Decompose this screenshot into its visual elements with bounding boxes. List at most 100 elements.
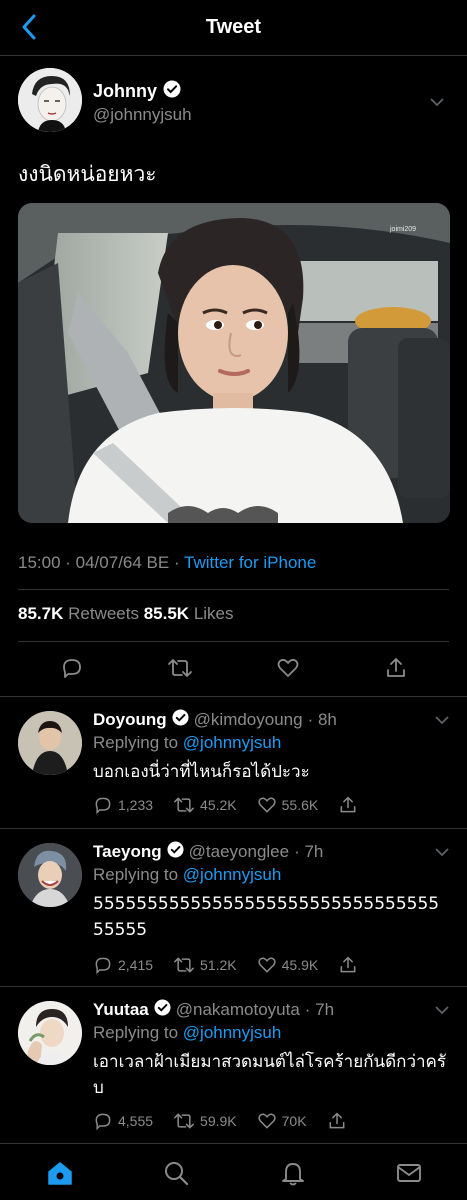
reply-age: · 8h [307,710,337,729]
retweet-icon[interactable] [166,654,194,682]
reply-text: บอกเองนี่ว่าที่ไหนก็รอได้ปะวะ [93,762,310,782]
reply-count: 2,415 [118,957,154,973]
reply-author-name[interactable]: Doyoung [93,710,167,730]
like-button[interactable]: 70K [257,1111,307,1131]
bottom-tab-bar [0,1143,467,1200]
replying-to: Replying to @johnnyjsuh [93,733,281,753]
share-icon[interactable] [338,955,358,975]
reply-count: 1,233 [118,797,154,813]
divider [18,641,449,642]
chevron-down-icon[interactable] [430,95,444,109]
reply-actions: 4,555 59.9K 70K [93,1111,367,1131]
replying-to: Replying to @johnnyjsuh [93,1023,281,1043]
reply-count: 4,555 [118,1113,154,1129]
like-icon[interactable] [274,654,302,682]
reply-button[interactable]: 1,233 [93,795,153,815]
replying-label: Replying to [93,1023,183,1042]
avatar[interactable] [18,1001,82,1065]
likes-label[interactable]: Likes [194,604,234,623]
tweet-time: 15:00 · 04/07/64 BE · [18,553,185,572]
reply-header: Taeyong @taeyonglee · 7h [93,841,323,863]
divider [18,589,449,590]
reply-icon[interactable] [58,654,86,682]
page-title: Tweet [205,16,262,38]
messages-icon[interactable] [394,1158,424,1188]
reply-handle[interactable]: @kimdoyoung [194,710,303,730]
verified-badge-icon [172,709,189,731]
replying-to: Replying to @johnnyjsuh [93,865,281,885]
like-count: 45.9K [281,957,319,973]
like-icon [257,797,276,813]
verified-badge-icon [154,999,171,1021]
reply-button[interactable]: 4,555 [93,1111,153,1131]
reply-header: Yuutaa @nakamotoyuta · 7h [93,999,334,1021]
reply-header: Doyoung @kimdoyoung · 8h [93,709,337,731]
chevron-down-icon[interactable] [435,713,449,727]
retweet-button[interactable]: 45.2K [173,795,237,815]
reply-tweet[interactable]: Yuutaa @nakamotoyuta · 7h Replying to @jo… [0,986,467,1143]
verified-badge-icon [163,80,181,103]
avatar[interactable] [18,68,82,132]
reply-author-name[interactable]: Yuutaa [93,1000,149,1020]
author-name[interactable]: Johnny [93,80,181,103]
reply-tweet[interactable]: Doyoung @kimdoyoung · 8h Replying to @joh… [0,696,467,828]
retweet-button[interactable]: 51.2K [173,955,237,975]
author-handle[interactable]: @johnnyjsuh [93,105,192,125]
home-icon[interactable] [45,1158,75,1188]
top-bar: Tweet [0,0,467,56]
reply-text: 5555555555555555555555555555555555555 [93,894,440,940]
reply-age: · 7h [304,1000,335,1019]
reply-icon [95,1113,111,1131]
avatar[interactable] [18,711,82,775]
like-count: 55.6K [281,797,319,813]
retweet-icon [174,797,194,813]
share-icon[interactable] [382,654,410,682]
tweet-actions [0,648,467,688]
reply-tweet[interactable]: Taeyong @taeyonglee · 7h Replying to @joh… [0,828,467,986]
avatar[interactable] [18,843,82,907]
replying-to-handle[interactable]: @johnnyjsuh [183,1023,282,1042]
search-icon[interactable] [161,1158,191,1188]
retweet-count: 45.2K [200,797,237,813]
verified-badge-icon [167,841,184,863]
replying-label: Replying to [93,865,183,884]
notifications-icon[interactable] [278,1158,308,1188]
like-button[interactable]: 45.9K [257,955,319,975]
retweet-icon [174,957,194,973]
reply-actions: 2,415 51.2K 45.9K [93,955,378,975]
replying-to-handle[interactable]: @johnnyjsuh [183,733,282,752]
like-count[interactable]: 85.5K [144,604,189,623]
reply-button[interactable]: 2,415 [93,955,153,975]
reply-handle[interactable]: @nakamotoyuta [176,1000,300,1020]
reply-icon [95,957,111,975]
reply-author-name[interactable]: Taeyong [93,842,162,862]
replying-to-handle[interactable]: @johnnyjsuh [183,865,282,884]
like-count: 70K [281,1113,307,1129]
reply-age: · 7h [294,842,324,861]
share-icon[interactable] [327,1111,347,1131]
media-watermark: joimi209 [389,226,416,233]
tweet-author: Johnny @johnnyjsuh [18,68,448,134]
replying-label: Replying to [93,733,183,752]
reply-text: เอาเวลาฝ้าเมียมาสวดมนต์ไล่โรคร้ายกันดีกว… [93,1052,447,1098]
tweet-source[interactable]: Twitter for iPhone [184,553,316,572]
like-icon [257,1113,276,1129]
author-name-text: Johnny [93,81,158,101]
retweets-label[interactable]: Retweets [68,604,139,623]
like-icon [257,957,276,973]
reply-handle[interactable]: @taeyonglee [189,842,289,862]
retweet-button[interactable]: 59.9K [173,1111,237,1131]
share-icon[interactable] [338,795,358,815]
retweet-count[interactable]: 85.7K [18,604,63,623]
chevron-down-icon[interactable] [435,845,449,859]
tweet-meta: 15:00 · 04/07/64 BE · Twitter for iPhone [18,553,316,573]
retweet-count: 59.9K [200,1113,237,1129]
reply-actions: 1,233 45.2K 55.6K [93,795,378,815]
retweet-count: 51.2K [200,957,237,973]
tweet-media[interactable]: joimi209 [18,203,450,523]
reply-icon [95,797,111,815]
chevron-down-icon[interactable] [435,1003,449,1017]
tweet-text: งงนิดหน่อยหวะ [18,162,157,186]
tweet-stats: 85.7K Retweets 85.5K Likes [18,604,234,624]
like-button[interactable]: 55.6K [257,795,319,815]
